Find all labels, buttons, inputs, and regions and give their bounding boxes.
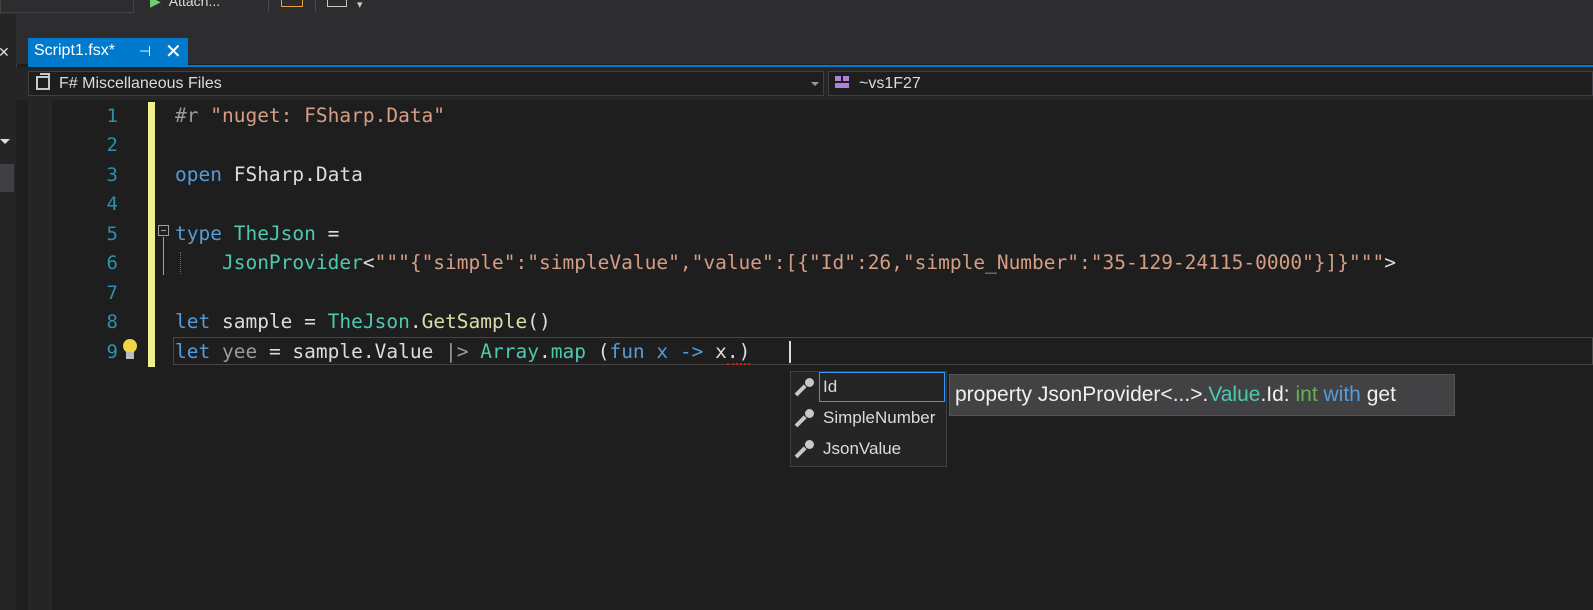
tab-title: Script1.fsx* <box>34 42 115 59</box>
class-icon <box>835 76 851 90</box>
attach-label: Attach... <box>168 0 221 9</box>
code-line-5: type TheJson = <box>175 222 340 245</box>
lightbulb-icon[interactable] <box>120 339 140 363</box>
code-line-6: JsonProvider<"""{"simple":"simpleValue",… <box>221 251 1396 274</box>
completion-item-jsonvalue[interactable]: JsonValue <box>791 434 947 464</box>
toolbar-combo[interactable] <box>0 0 134 13</box>
close-icon[interactable]: ✕ <box>0 44 10 61</box>
completion-list[interactable]: Id SimpleNumber JsonValue <box>790 371 947 467</box>
line-number: 2 <box>106 134 118 156</box>
line-number: 7 <box>106 282 118 304</box>
toolbar-separator <box>315 0 316 12</box>
code-line-9: let yee = sample.Value |> Array.map (fun… <box>175 340 751 365</box>
scope-dropdown[interactable]: ~vs1F27 <box>828 71 1593 96</box>
tooltip-type: Value <box>1208 383 1261 406</box>
tooltip-keyword: with <box>1323 383 1361 406</box>
change-tracking-bar <box>148 102 155 367</box>
chevron-down-icon[interactable] <box>0 139 10 144</box>
chevron-down-icon <box>811 82 819 86</box>
line-number: 8 <box>106 311 118 333</box>
completion-label: Id <box>823 377 838 396</box>
attach-button[interactable]: ▶ Attach... <box>150 0 220 10</box>
editor-glyph-margin <box>28 100 52 610</box>
completion-item-simplenumber[interactable]: SimpleNumber <box>791 403 947 433</box>
project-dropdown[interactable]: F# Miscellaneous Files <box>28 71 824 96</box>
outline-line <box>163 237 164 275</box>
project-label: F# Miscellaneous Files <box>59 75 222 92</box>
line-number: 3 <box>106 164 118 186</box>
play-icon: ▶ <box>150 0 161 9</box>
quickinfo-tooltip: property JsonProvider<...>.Value.Id: int… <box>949 374 1455 416</box>
line-number: 6 <box>106 252 118 274</box>
completion-label: JsonValue <box>823 439 902 458</box>
line-number: 9 <box>106 341 118 363</box>
code-line-1: #r "nuget: FSharp.Data" <box>175 104 446 127</box>
scope-label: ~vs1F27 <box>859 75 921 92</box>
tab-script1[interactable]: Script1.fsx* ⊣ ✕ <box>28 38 188 66</box>
find-icon[interactable] <box>281 0 303 7</box>
toolbar-separator <box>268 0 269 12</box>
text-caret <box>789 341 791 363</box>
tooltip-text: property JsonProvider<...>. <box>955 383 1209 406</box>
line-number: 5 <box>106 223 118 245</box>
document-tab-strip <box>16 14 1593 64</box>
tab-close-icon[interactable]: ✕ <box>165 39 182 64</box>
line-number: 1 <box>106 105 118 127</box>
main-toolbar: ▶ Attach... ▾ <box>0 0 1593 14</box>
toolbar-overflow-icon[interactable]: ▾ <box>357 0 363 11</box>
line-number: 4 <box>106 193 118 215</box>
wrench-icon <box>794 377 816 397</box>
completion-item-id[interactable]: Id <box>791 372 947 402</box>
wrench-icon <box>794 439 816 459</box>
code-line-3: open FSharp.Data <box>175 163 363 186</box>
code-line-8: let sample = TheJson.GetSample() <box>175 310 551 333</box>
tooltip-text: get <box>1360 383 1396 406</box>
pin-icon[interactable]: ⊣ <box>139 43 151 60</box>
collapse-toggle-icon[interactable] <box>158 225 169 236</box>
window-icon[interactable] <box>327 0 347 7</box>
tooltip-text: .Id: <box>1260 383 1296 406</box>
files-icon-back <box>40 73 50 83</box>
wrench-icon <box>794 408 816 428</box>
completion-label: SimpleNumber <box>823 408 936 427</box>
tooltip-int: int <box>1295 383 1318 406</box>
left-tool-strip: ✕ <box>0 14 17 610</box>
selection-box <box>819 372 945 402</box>
strip-tab[interactable] <box>0 164 14 192</box>
